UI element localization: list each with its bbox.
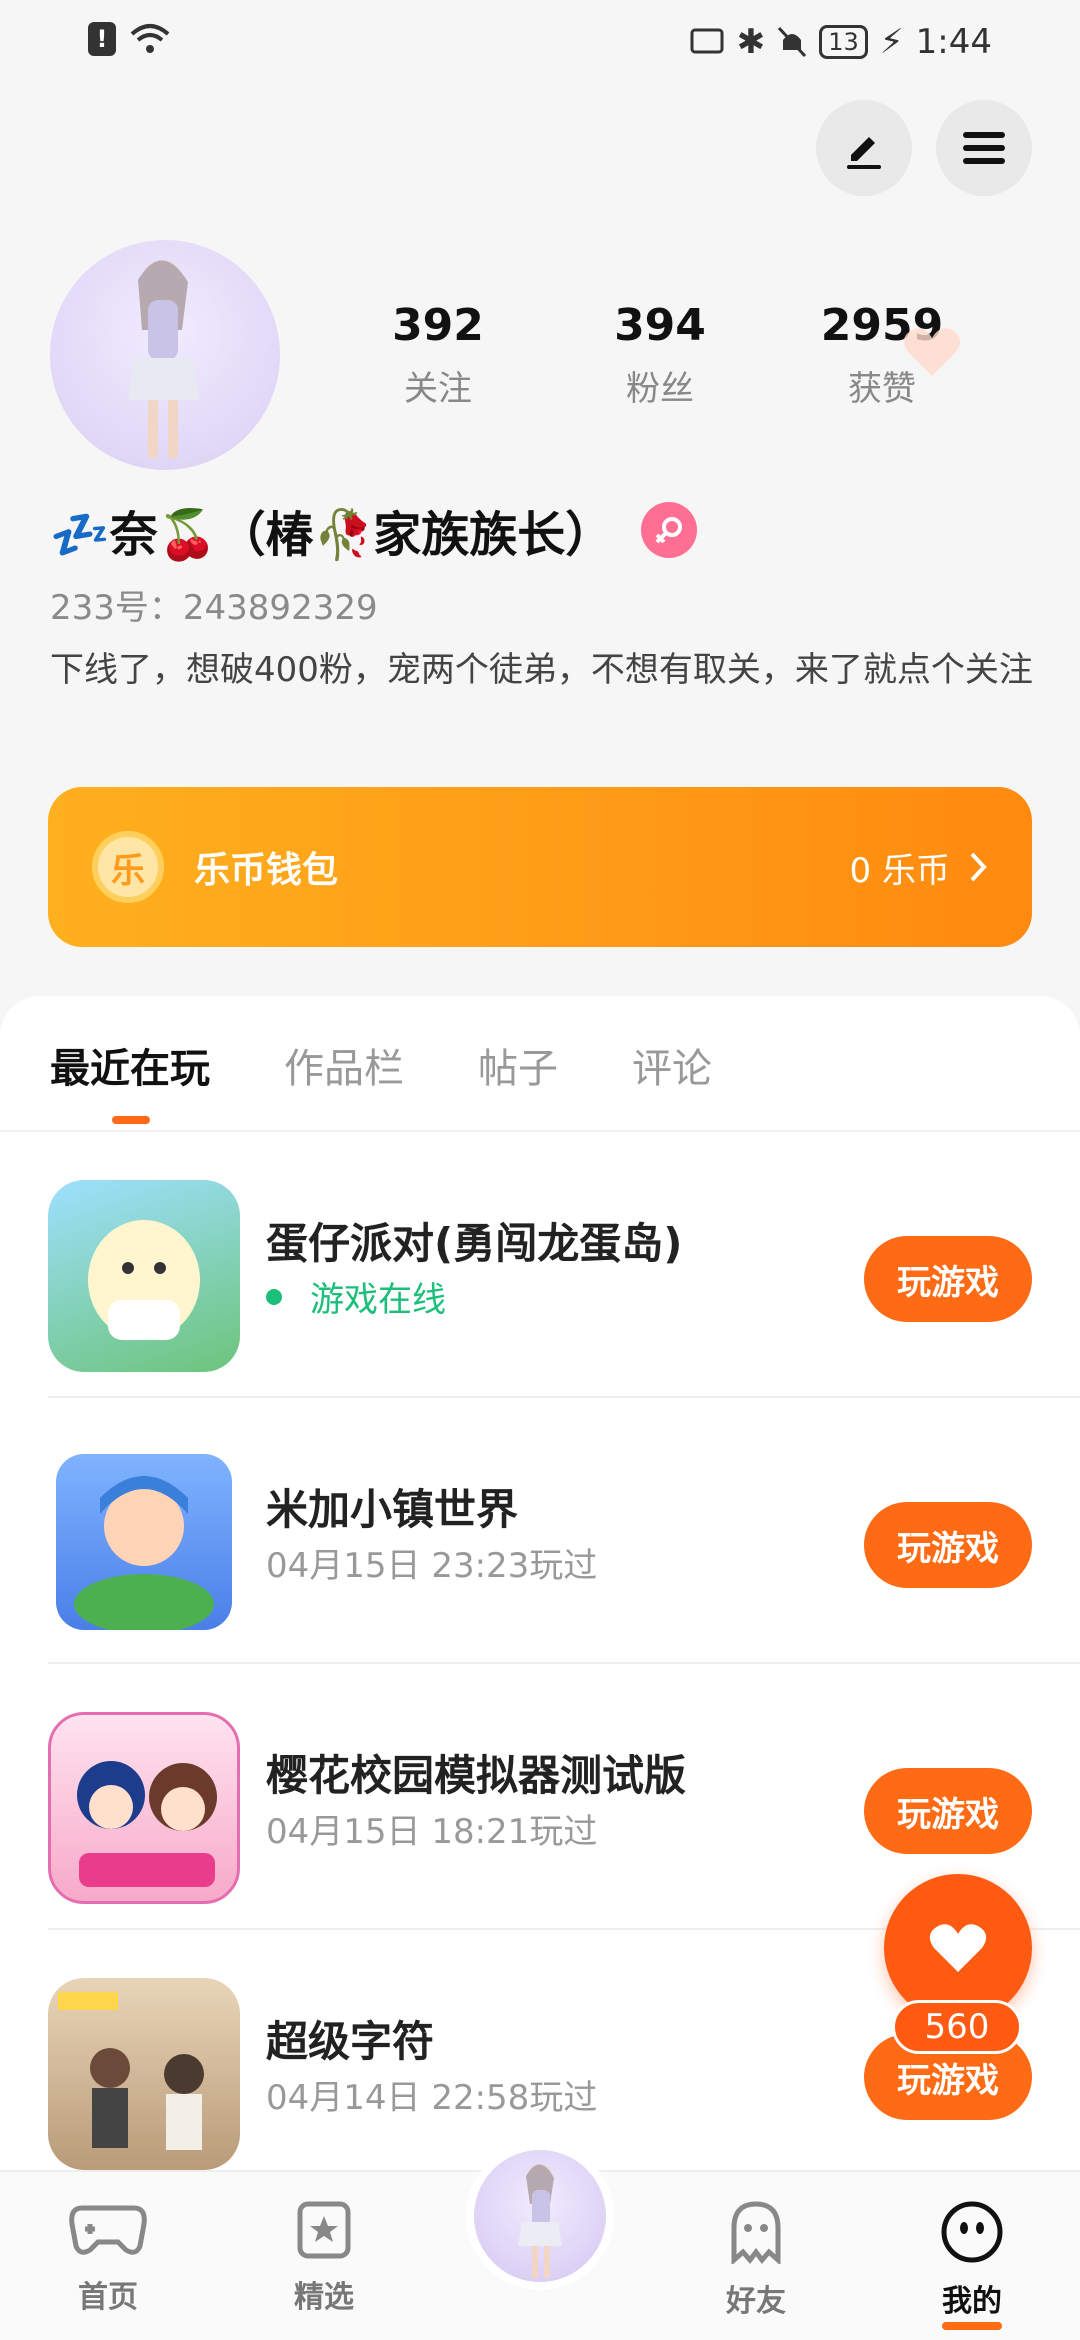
wifi-icon [130, 24, 170, 53]
like-count: 560 [892, 2000, 1022, 2054]
online-dot-icon [266, 1288, 282, 1305]
game-last-played: 04月15日 23:23玩过 [266, 1546, 598, 1586]
game-title: 米加小镇世界 [266, 1485, 519, 1534]
status-bar: ! ✱ 13 ⚡ 1:44 [0, 0, 1080, 80]
profile-name: 💤奈🍒（椿🥀家族族长） [50, 507, 614, 563]
user-id-label: 233号： [50, 588, 183, 628]
wallet-balance: 0 乐币 [850, 843, 988, 892]
game-status: 游戏在线 [266, 1272, 446, 1321]
nav-home-label: 首页 [78, 2280, 138, 2315]
battery-icon: 13 [819, 25, 868, 59]
wallet-banner[interactable]: 乐 乐币钱包 0 乐币 [48, 787, 1032, 947]
tab-works[interactable]: 作品栏 [284, 1036, 404, 1094]
user-id: 233号：243892329 [50, 580, 378, 629]
user-id-value: 243892329 [182, 588, 378, 628]
game-icon-eggy [48, 1180, 240, 1372]
game-last-played: 04月15日 18:21玩过 [266, 1812, 598, 1852]
avatar-figure-icon [518, 2164, 562, 2278]
nav-mine-label: 我的 [942, 2284, 1002, 2319]
game-title: 樱花校园模拟器测试版 [266, 1751, 687, 1800]
game-row[interactable]: 米加小镇世界 04月15日 23:23玩过 玩游戏 [48, 1398, 1080, 1664]
game-row[interactable]: 蛋仔派对(勇闯龙蛋岛) 游戏在线 玩游戏 [48, 1132, 1080, 1398]
star-card-icon [297, 2201, 351, 2259]
chevron-right-icon [970, 852, 987, 882]
heart-decoration-icon [903, 328, 961, 376]
stat-following[interactable]: 392 关注 [358, 300, 518, 410]
gamepad-icon [69, 2205, 147, 2255]
ghost-icon [731, 2201, 781, 2266]
profile-bio: 下线了，想破400粉，宠两个徒弟，不想有取关，来了就点个关注 [50, 650, 1033, 690]
tab-posts[interactable]: 帖子 [478, 1036, 558, 1094]
coin-icon: 乐 [92, 831, 164, 903]
alert-icon: ! [88, 22, 116, 56]
nav-mine[interactable]: 我的 [912, 2200, 1032, 2330]
menu-button[interactable] [936, 100, 1032, 196]
profile-avatar[interactable] [50, 240, 280, 470]
bluetooth-icon: ✱ [736, 22, 766, 62]
stat-fans[interactable]: 394 粉丝 [580, 300, 740, 410]
wallet-title: 乐币钱包 [194, 850, 339, 891]
game-icon-miga [56, 1454, 232, 1630]
stat-following-value: 392 [392, 300, 484, 351]
nav-active-indicator [942, 2322, 1002, 2330]
charging-icon: ⚡ [879, 22, 904, 62]
female-gender-icon [641, 502, 698, 558]
stat-following-label: 关注 [404, 369, 472, 409]
nav-featured-label: 精选 [294, 2280, 354, 2315]
heart-icon [929, 1924, 987, 1972]
wallet-amount: 0 乐币 [849, 850, 950, 891]
play-game-button[interactable]: 玩游戏 [864, 1236, 1032, 1322]
game-icon-sakura [48, 1712, 240, 1904]
avatar-figure-icon [128, 260, 200, 458]
nav-featured[interactable]: 精选 [264, 2200, 384, 2316]
tab-recent[interactable]: 最近在玩 [50, 1036, 210, 1094]
profile-name-row: 💤奈🍒（椿🥀家族族长） [50, 495, 698, 565]
stat-fans-label: 粉丝 [626, 369, 694, 409]
smiley-face-icon [941, 2201, 1003, 2263]
game-title: 蛋仔派对(勇闯龙蛋岛) [266, 1219, 683, 1268]
tab-comments[interactable]: 评论 [632, 1036, 712, 1094]
play-game-button[interactable]: 玩游戏 [864, 1768, 1032, 1854]
nav-home[interactable]: 首页 [48, 2200, 168, 2316]
stat-fans-value: 394 [614, 300, 706, 351]
clock: 1:44 [915, 22, 992, 62]
pencil-icon [847, 137, 881, 169]
center-avatar-button[interactable] [466, 2142, 614, 2290]
menu-icon [963, 132, 1005, 164]
game-status-text: 游戏在线 [310, 1280, 446, 1320]
game-last-played: 04月14日 22:58玩过 [266, 2078, 598, 2118]
game-icon-super-char [48, 1978, 240, 2170]
play-game-button[interactable]: 玩游戏 [864, 1502, 1032, 1588]
cast-icon [690, 28, 724, 54]
edit-button[interactable] [816, 100, 912, 196]
tab-indicator [112, 1116, 150, 1124]
nav-friends-label: 好友 [726, 2284, 786, 2319]
nav-friends[interactable]: 好友 [696, 2200, 816, 2320]
tab-bar: 最近在玩 作品栏 帖子 评论 [50, 1036, 712, 1094]
game-title: 超级字符 [266, 2017, 435, 2066]
mute-bell-icon [778, 26, 807, 58]
